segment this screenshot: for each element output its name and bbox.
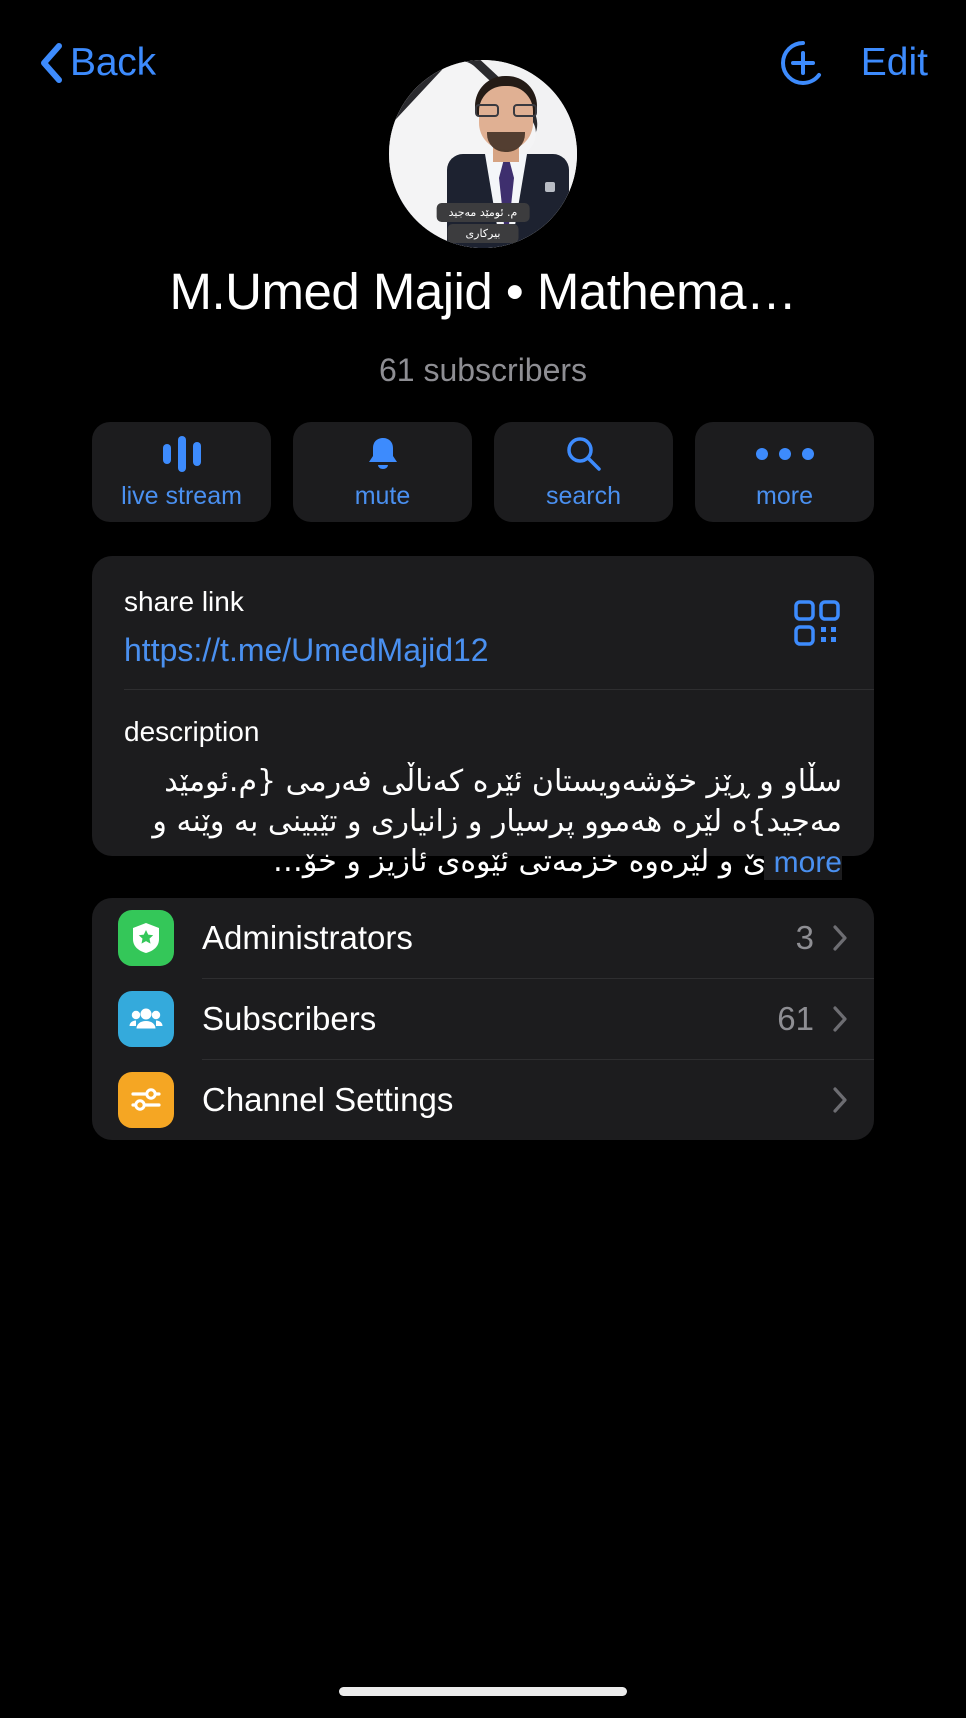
add-person-icon[interactable] [779, 39, 827, 87]
back-button[interactable]: Back [38, 41, 156, 85]
sliders-icon [118, 1072, 174, 1128]
search-button-label: search [545, 481, 622, 510]
avatar-role-badge: بیرکاری [447, 224, 519, 243]
administrators-label: Administrators [202, 919, 413, 956]
shield-badge-icon [118, 910, 174, 966]
page-title: M.Umed Majid • Mathema… [169, 263, 797, 320]
back-button-label: Back [70, 40, 156, 84]
subscribers-count: 61 [777, 1000, 814, 1037]
people-icon [118, 991, 174, 1047]
avatar-name-badge: م. ئومێد مەجید [436, 203, 530, 222]
navigation-bar-right: Edit [779, 39, 928, 87]
subscriber-count-subtitle: 61 subscribers [378, 352, 588, 388]
subscribers-row[interactable]: Subscribers 61 [92, 979, 874, 1059]
settings-list: Administrators 3 Subscribers 61 Channel … [92, 898, 874, 1140]
mute-button[interactable]: mute [293, 422, 472, 522]
administrators-count: 3 [795, 919, 814, 956]
more-button[interactable]: more [695, 422, 874, 522]
live-stream-button[interactable]: live stream [92, 422, 271, 522]
channel-settings-row[interactable]: Channel Settings [92, 1060, 874, 1140]
description-row[interactable]: description سڵاو و ڕێز خۆشەویستان ئێره ک… [92, 690, 874, 906]
search-icon [564, 434, 604, 474]
description-text: سڵاو و ڕێز خۆشەویستان ئێره کەناڵی فەرمی … [152, 764, 842, 879]
chevron-right-icon [832, 1005, 848, 1033]
channel-settings-label: Channel Settings [202, 1081, 454, 1118]
avatar[interactable]: م. ئومێد مەجید بیرکاری [389, 60, 577, 248]
subscribers-label: Subscribers [202, 1000, 377, 1037]
share-link-url[interactable]: https://t.me/UmedMajid12 [124, 632, 842, 669]
share-link-row[interactable]: share link https://t.me/UmedMajid12 [92, 556, 874, 689]
chevron-right-icon [832, 1086, 848, 1114]
action-button-row: live stream mute search more [92, 422, 874, 522]
administrators-row[interactable]: Administrators 3 [92, 898, 874, 978]
chevron-right-icon [832, 924, 848, 952]
description-label: description [124, 716, 260, 747]
chevron-left-icon [38, 42, 64, 84]
more-button-label: more [756, 481, 813, 510]
search-button[interactable]: search [494, 422, 673, 522]
live-stream-button-label: live stream [121, 481, 242, 510]
share-link-label: share link [124, 586, 244, 617]
info-card: share link https://t.me/UmedMajid12 desc… [92, 556, 874, 880]
waveform-icon [162, 434, 201, 474]
qr-code-icon[interactable] [794, 600, 840, 646]
ellipsis-icon [755, 434, 814, 474]
home-indicator[interactable] [339, 1687, 627, 1696]
edit-button[interactable]: Edit [861, 41, 928, 85]
channel-profile-screen: Back Edit م. ئومێد مەجید بیرکاری M.Umed … [0, 0, 966, 1718]
bell-icon [364, 434, 402, 474]
avatar-portrait [441, 76, 577, 248]
description-more-link[interactable]: more [763, 845, 842, 880]
mute-button-label: mute [354, 481, 411, 510]
